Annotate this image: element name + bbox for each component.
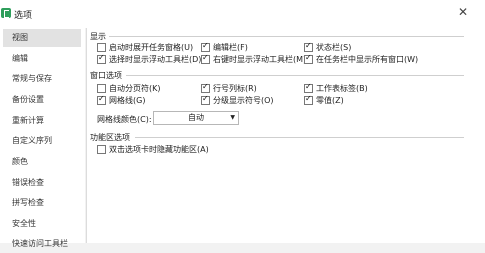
checkbox[interactable] (97, 94, 106, 105)
checkbox[interactable] (201, 94, 210, 105)
checkbox[interactable] (97, 53, 106, 64)
display-section-title: 显示 (90, 32, 106, 41)
sidebar-item-general-save[interactable]: 常规与保存 (3, 70, 81, 88)
sidebar-item-edit[interactable]: 编辑 (3, 50, 81, 68)
sidebar-item-color[interactable]: 颜色 (3, 153, 81, 171)
sidebar-item-view[interactable]: 视图 (3, 29, 81, 47)
option-float-toolbar-on-select[interactable]: 选择时显示浮动工具栏(D) (97, 53, 201, 65)
app-logo-icon (1, 8, 11, 18)
checkbox[interactable] (201, 41, 210, 52)
title-bar: 选项 ✕ (0, 0, 485, 28)
sidebar-item-custom-list[interactable]: 自定义序列 (3, 132, 81, 150)
gridline-color-select[interactable]: 自动 ▼ (153, 111, 239, 125)
window-options-section-divider (126, 75, 464, 76)
sidebar-item-error-check[interactable]: 错误检查 (3, 174, 81, 192)
checkbox[interactable] (97, 145, 106, 154)
option-hide-ribbon-on-double-click[interactable]: 双击选项卡时隐藏功能区(A) (97, 144, 209, 155)
option-formula-bar[interactable]: 编辑栏(F) (201, 41, 248, 53)
option-zero-values[interactable]: 零值(Z) (304, 94, 344, 106)
option-expand-task-pane[interactable]: 启动时展开任务窗格(U) (97, 42, 193, 53)
checkbox[interactable] (97, 43, 106, 52)
checkbox[interactable] (304, 82, 313, 93)
checkbox[interactable] (304, 94, 313, 105)
sidebar-item-security[interactable]: 安全性 (3, 215, 81, 233)
sidebar-item-recalculate[interactable]: 重新计算 (3, 112, 81, 130)
chevron-down-icon: ▼ (230, 114, 235, 121)
checkbox[interactable] (97, 84, 106, 93)
options-panel: 显示 启动时展开任务窗格(U) 编辑栏(F) 状态栏(S) 选择时显示浮动工具栏… (87, 28, 485, 243)
option-show-all-windows-in-taskbar[interactable]: 在任务栏中显示所有窗口(W) (304, 53, 418, 65)
sidebar-item-backup[interactable]: 备份设置 (3, 91, 81, 109)
sidebar-item-spell-check[interactable]: 拼写检查 (3, 194, 81, 212)
option-auto-page-break[interactable]: 自动分页符(K) (97, 83, 161, 94)
gridline-color-label: 网格线颜色(C): (97, 115, 152, 124)
gridline-color-value: 自动 (188, 113, 204, 122)
option-status-bar[interactable]: 状态栏(S) (304, 41, 351, 53)
display-section-divider (109, 36, 464, 37)
window-title: 选项 (14, 11, 33, 21)
checkbox[interactable] (304, 41, 313, 52)
window-options-section-title: 窗口选项 (90, 71, 122, 80)
ribbon-section-title: 功能区选项 (90, 133, 130, 142)
checkbox[interactable] (201, 82, 210, 93)
checkbox[interactable] (304, 53, 313, 64)
sidebar-item-quick-access[interactable]: 快速访问工具栏 (3, 235, 81, 253)
option-gridlines[interactable]: 网格线(G) (97, 94, 145, 106)
option-outline-symbols[interactable]: 分级显示符号(O) (201, 94, 274, 106)
close-icon[interactable]: ✕ (456, 4, 470, 20)
ribbon-section-divider (135, 137, 464, 138)
option-sheet-tabs[interactable]: 工作表标签(B) (304, 82, 368, 94)
option-float-toolbar-on-right-click[interactable]: 右键时显示浮动工具栏(M) (201, 53, 306, 65)
sidebar: 视图 编辑 常规与保存 备份设置 重新计算 自定义序列 颜色 错误检查 拼写检查… (0, 28, 85, 248)
option-row-col-headers[interactable]: 行号列标(R) (201, 82, 257, 94)
checkbox[interactable] (201, 53, 210, 64)
